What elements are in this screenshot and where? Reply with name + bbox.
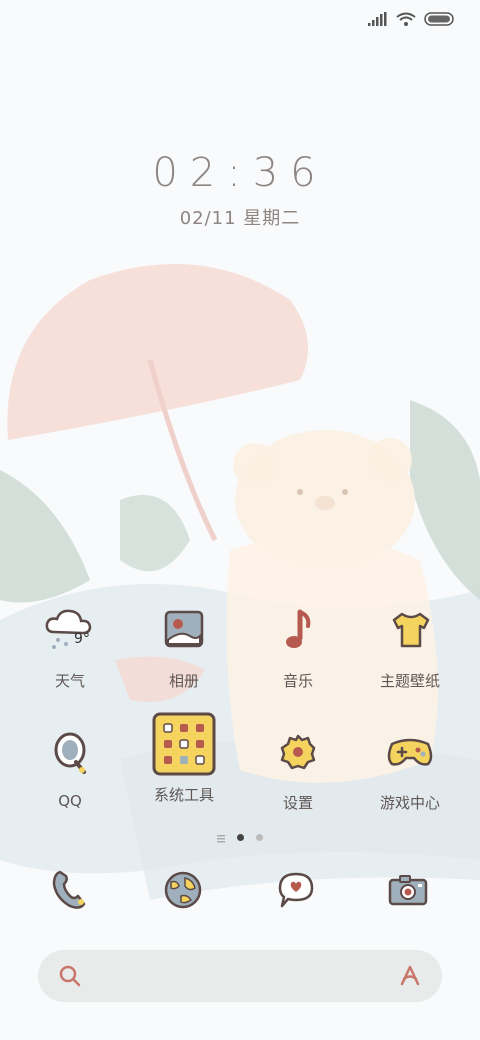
dock-camera[interactable] bbox=[376, 860, 440, 924]
page-indicator-menu-icon bbox=[217, 828, 225, 847]
photo-album-icon bbox=[152, 598, 216, 662]
app-label-music: 音乐 bbox=[282, 672, 313, 690]
app-label-photo-album: 相册 bbox=[168, 672, 199, 690]
music-note-icon bbox=[266, 598, 330, 662]
wallpaper-bear-ear bbox=[233, 443, 277, 487]
app-game-center[interactable]: 游戏中心 bbox=[360, 720, 460, 813]
page-dot-active bbox=[237, 834, 244, 841]
wallpaper-bear-ear bbox=[368, 438, 412, 482]
app-music[interactable]: 音乐 bbox=[248, 598, 348, 691]
app-label-system-tools: 系统工具 bbox=[153, 786, 214, 804]
app-label-weather: 天气 bbox=[54, 672, 85, 690]
page-indicator[interactable] bbox=[0, 828, 480, 847]
wifi-icon bbox=[396, 11, 416, 30]
dock-messages[interactable] bbox=[264, 860, 328, 924]
signal-icon bbox=[368, 11, 388, 30]
wallpaper-leaf bbox=[0, 470, 90, 603]
weather-temp: 9° bbox=[74, 631, 90, 647]
status-bar bbox=[368, 8, 454, 32]
app-themes[interactable]: 主题壁纸 bbox=[360, 598, 460, 691]
clock-time[interactable]: 02:36 bbox=[0, 150, 480, 196]
system-tools-folder-icon bbox=[152, 712, 216, 776]
qq-icon bbox=[38, 720, 102, 784]
globe-icon bbox=[161, 868, 205, 916]
app-label-settings: 设置 bbox=[282, 794, 313, 812]
message-bubble-icon bbox=[274, 868, 318, 916]
phone-icon bbox=[50, 868, 90, 916]
camera-icon bbox=[386, 870, 430, 914]
gear-icon bbox=[266, 720, 330, 784]
battery-icon bbox=[424, 11, 454, 30]
app-settings[interactable]: 设置 bbox=[248, 720, 348, 813]
dock-browser[interactable] bbox=[151, 860, 215, 924]
wallpaper-umbrella bbox=[7, 264, 309, 440]
app-label-qq: QQ bbox=[58, 792, 82, 810]
app-label-game-center: 游戏中心 bbox=[379, 794, 440, 812]
clock-date[interactable]: 02/11 星期二 bbox=[0, 204, 480, 230]
app-qq[interactable]: QQ bbox=[20, 720, 120, 810]
app-label-themes: 主题壁纸 bbox=[379, 672, 440, 690]
page-dot bbox=[256, 834, 263, 841]
weather-cloud-icon: 9° bbox=[38, 598, 102, 662]
app-photo-album[interactable]: 相册 bbox=[134, 598, 234, 691]
tshirt-icon bbox=[378, 598, 442, 662]
assistant-icon[interactable] bbox=[396, 962, 424, 994]
search-bar[interactable] bbox=[38, 950, 442, 1002]
wallpaper-leaf bbox=[120, 495, 190, 572]
app-system-tools[interactable]: 系统工具 bbox=[134, 712, 234, 805]
app-weather[interactable]: 9° 天气 bbox=[20, 598, 120, 691]
gamepad-icon bbox=[378, 720, 442, 784]
dock-phone[interactable] bbox=[38, 860, 102, 924]
search-icon[interactable] bbox=[58, 964, 82, 992]
